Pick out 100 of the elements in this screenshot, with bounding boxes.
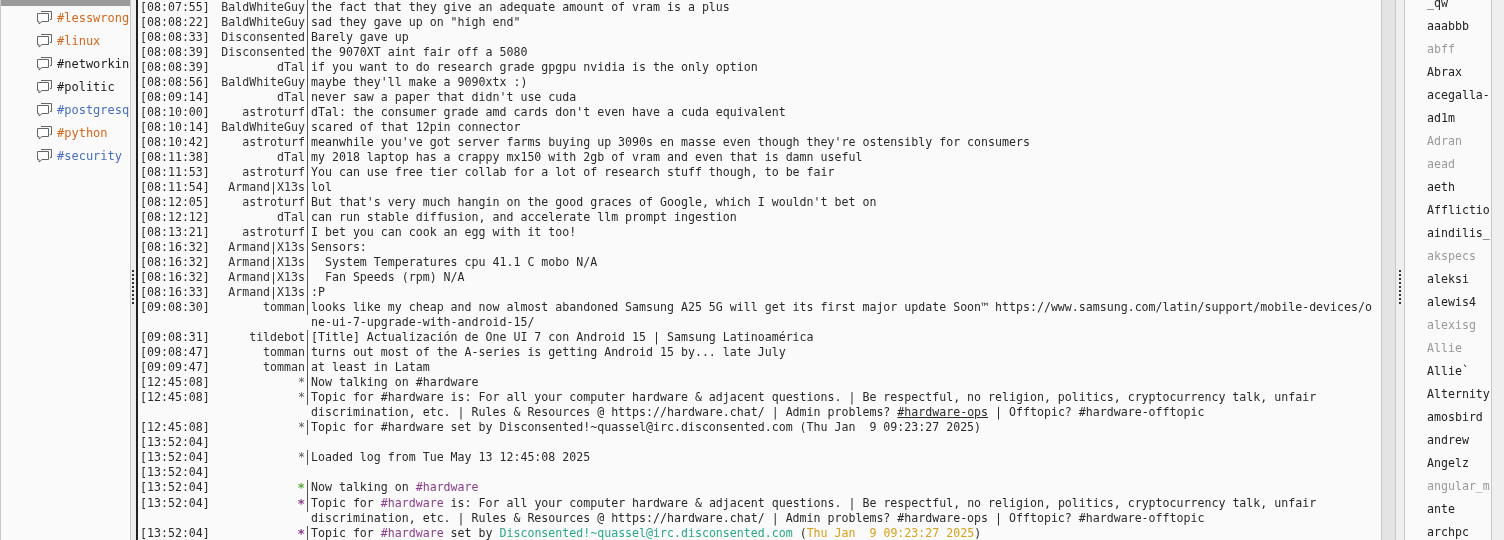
timestamp: [12:45:08] xyxy=(139,390,211,406)
message-text: turns out most of the A-series is getting Android 15 by... late July xyxy=(311,345,786,360)
message-text: meanwhile you've got server farms buying up 3090s en masse even though they're ostensibly for consumers xyxy=(311,135,1030,150)
nick-name: Armand|X13s xyxy=(228,270,305,284)
nick-list-item[interactable]: archpc xyxy=(1427,521,1491,540)
nick-name: * xyxy=(298,390,305,404)
nick-list-item[interactable]: ad1m xyxy=(1427,107,1491,130)
nick-name: Armand|X13s xyxy=(228,180,305,194)
message-text: sad they gave up on "high end" xyxy=(311,15,521,30)
nick-name: BaldWhiteGuy xyxy=(221,0,305,14)
timestamp: [13:52:04] xyxy=(139,496,211,512)
message-text: [Title] Actualización de One UI 7 con Android 15 | Samsung Latinoamérica xyxy=(311,330,814,345)
nick-name: astroturf xyxy=(242,225,305,239)
chat-bubbles-icon xyxy=(36,125,53,140)
channel-name[interactable]: #postgresq xyxy=(57,100,130,119)
nick-name: BaldWhiteGuy xyxy=(221,15,305,29)
channel-name[interactable]: #lesswrong xyxy=(57,8,130,27)
nick-name: dTal xyxy=(277,90,305,104)
nick-name: astroturf xyxy=(242,105,305,119)
timestamp: [08:08:56] xyxy=(139,75,211,90)
message-text: the fact that they give an adequate amount of vram is a plus xyxy=(311,0,730,15)
timestamp: [08:16:33] xyxy=(139,285,211,300)
chat-bubbles-icon xyxy=(36,10,53,25)
chat-bubbles-icon xyxy=(36,79,53,94)
nick-name: BaldWhiteGuy xyxy=(221,75,305,89)
message-text: :P xyxy=(311,285,325,300)
nick-name: tomman xyxy=(263,300,305,314)
nick-name: Armand|X13s xyxy=(228,240,305,254)
nick-name: astroturf xyxy=(242,135,305,149)
message-text: Loaded log from Tue May 13 12:45:08 2025 xyxy=(311,450,591,465)
timestamp: [08:08:33] xyxy=(139,30,211,45)
message-text: discrimination, etc. | Rules & Resources @ https://hardware.chat/ | Admin problems? #hardware-ops | Offtopic? #hardware-offtopic xyxy=(311,405,1206,420)
splitter-handle[interactable] xyxy=(132,270,134,304)
timestamp: [08:10:14] xyxy=(139,120,211,135)
nick-name: dTal xyxy=(277,60,305,74)
channel-name[interactable]: #networkin xyxy=(57,54,130,73)
nick-list-item[interactable]: Afflictio xyxy=(1427,199,1491,222)
nick-name: Disconsented xyxy=(221,45,305,59)
message-text: looks like my cheap and now almost abandoned Samsung A25 5G will get its first major update Soon™ https://www.samsung.com/latin/support/mobile-devices/o xyxy=(311,300,1372,315)
nick-name: dTal xyxy=(277,150,305,164)
message-text: But that's very much hangin on the good graces of Google, which I wouldn't bet on xyxy=(311,195,877,210)
timestamp: [08:11:38] xyxy=(139,150,211,165)
timestamp: [13:52:04] xyxy=(139,450,211,465)
nick-list-item[interactable]: alewis4 xyxy=(1427,291,1491,314)
nick-name: * xyxy=(298,420,305,434)
timestamp: [08:16:32] xyxy=(139,255,211,270)
channel-name[interactable]: #politic xyxy=(57,77,115,96)
timestamp: [08:16:32] xyxy=(139,270,211,285)
chat-bubbles-icon xyxy=(36,148,53,163)
message-text: Topic for #hardware is: For all your computer hardware & adjacent questions. | Be respectful, no religion, politics, cryptocurrency talk, unfair xyxy=(311,496,1317,511)
message-text: lol xyxy=(311,180,332,195)
channel-name[interactable]: #security xyxy=(57,146,123,165)
nick-name: Disconsented xyxy=(221,30,305,44)
message-text: I bet you can cook an egg with it too! xyxy=(311,225,577,240)
timestamp: [08:12:12] xyxy=(139,210,211,225)
timestamp: [13:52:04] xyxy=(139,465,211,480)
chat-bubbles-icon xyxy=(36,56,53,71)
message-text: Barely gave up xyxy=(311,30,409,45)
message-text: System Temperatures cpu 41.1 C mobo N/A xyxy=(323,255,598,270)
nick-list-item[interactable]: acegalla- xyxy=(1427,84,1491,107)
chat-bubbles-icon xyxy=(36,102,53,117)
channel-name[interactable]: #python xyxy=(57,123,108,142)
message-text: maybe they'll make a 9090xtx :) xyxy=(311,75,528,90)
message-text: scared of that 12pin connector xyxy=(311,120,521,135)
timestamp: [08:10:42] xyxy=(139,135,211,150)
nick-name: tomman xyxy=(263,345,305,359)
message-text: the 9070XT aint fair off a 5080 xyxy=(311,45,528,60)
nick-list-item[interactable]: ante xyxy=(1427,498,1491,521)
nick-list-item[interactable]: Allie` xyxy=(1427,360,1491,383)
message-text: Sensors: xyxy=(311,240,367,255)
timestamp: [08:07:55] xyxy=(139,0,211,15)
message-text: never saw a paper that didn't use cuda xyxy=(311,90,577,105)
nick-list-item[interactable]: aaabbb xyxy=(1427,15,1491,38)
nick-list-item[interactable]: aleksi xyxy=(1427,268,1491,291)
nick-name: * xyxy=(297,496,305,511)
message-text: at least in Latam xyxy=(311,360,430,375)
timestamp: [08:11:54] xyxy=(139,180,211,195)
scrollbar[interactable] xyxy=(1381,0,1396,540)
nick-list-item[interactable]: aindilis_ xyxy=(1427,222,1491,245)
nick-name: Armand|X13s xyxy=(228,285,305,299)
message-text: Fan Speeds (rpm) N/A xyxy=(323,270,465,285)
nick-list-item[interactable]: Angelz xyxy=(1427,452,1491,475)
channel-name[interactable]: #linux xyxy=(57,31,101,50)
nick-list-item[interactable]: aeth xyxy=(1427,176,1491,199)
nick-name: astroturf xyxy=(242,195,305,209)
chat-bubbles-icon xyxy=(36,33,53,48)
message-text: Topic for #hardware set by Disconsented!~quassel@irc.disconsented.com (Thu Jan 9 09:23:27 2025) xyxy=(311,420,982,435)
nick-list-item[interactable]: _qw xyxy=(1427,0,1491,15)
splitter-handle[interactable] xyxy=(1399,270,1401,304)
timestamp: [12:45:08] xyxy=(139,375,211,390)
timestamp: [13:52:04] xyxy=(139,435,211,450)
timestamp: [09:09:47] xyxy=(139,360,211,375)
timestamp: [08:13:21] xyxy=(139,225,211,240)
nick-list-item[interactable]: andrew xyxy=(1427,429,1491,452)
nick-list-item[interactable]: amosbird xyxy=(1427,406,1491,429)
message-text: Topic for #hardware is: For all your computer hardware & adjacent questions. | Be respectful, no religion, politics, cryptocurrency talk, unfair xyxy=(311,390,1317,405)
nick-list-item[interactable]: Abrax xyxy=(1427,61,1491,84)
message-text: discrimination, etc. | Rules & Resources @ https://hardware.chat/ | Admin problems? #hardware-ops | Offtopic? #hardware-offtopic xyxy=(311,511,1206,526)
nick-list-item[interactable]: Alternity xyxy=(1427,383,1491,406)
timestamp: [08:12:05] xyxy=(139,195,211,210)
